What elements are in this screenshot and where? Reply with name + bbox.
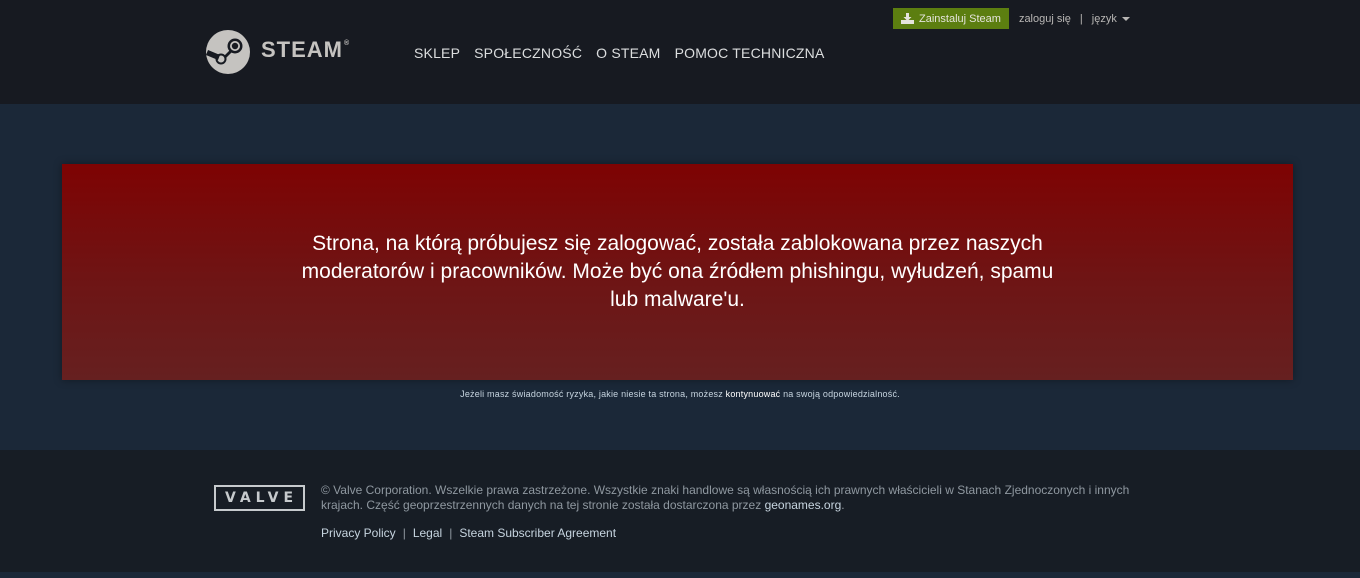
main-nav: SKLEP SPOŁECZNOŚĆ O STEAM POMOC TECHNICZ…: [414, 45, 839, 61]
continue-link[interactable]: kontynuować: [726, 389, 781, 399]
footer-link-separator: |: [449, 526, 453, 540]
continue-note-after: na swoją odpowiedzialność.: [780, 389, 900, 399]
site-footer: VALVE © Valve Corporation. Wszelkie praw…: [0, 450, 1360, 572]
valve-logo-text: VALVE: [224, 490, 299, 506]
header-separator: |: [1079, 12, 1083, 25]
footer-bottom-strip: [0, 572, 1360, 578]
legal-text: © Valve Corporation. Wszelkie prawa zast…: [321, 483, 1151, 513]
steam-logo-text: STEAM®: [261, 37, 351, 62]
privacy-policy-link[interactable]: Privacy Policy: [321, 526, 396, 540]
main-content: Strona, na którą próbujesz się zalogować…: [0, 104, 1360, 450]
chevron-down-icon: [1121, 17, 1130, 21]
legal-text-end: .: [841, 498, 845, 512]
nav-support[interactable]: POMOC TECHNICZNA: [675, 45, 825, 61]
valve-logo[interactable]: VALVE: [214, 485, 305, 511]
steam-logo-icon: [206, 30, 250, 74]
nav-about[interactable]: O STEAM: [596, 45, 660, 61]
continue-note: Jeżeli masz świadomość ryzyka, jakie nie…: [0, 389, 1360, 399]
language-dropdown[interactable]: język: [1092, 13, 1130, 25]
global-actions: Zainstaluj Steam zaloguj się | język: [893, 8, 1130, 29]
steam-logo[interactable]: STEAM®: [206, 29, 350, 75]
warning-message: Strona, na którą próbujesz się zalogować…: [301, 232, 1054, 311]
legal-link[interactable]: Legal: [413, 526, 442, 540]
geonames-link[interactable]: geonames.org: [765, 498, 842, 512]
install-steam-label: Zainstaluj Steam: [919, 12, 1001, 25]
language-label: język: [1091, 12, 1117, 25]
continue-note-before: Jeżeli masz świadomość ryzyka, jakie nie…: [460, 389, 726, 399]
footer-link-separator: |: [402, 526, 406, 540]
blocked-site-warning: Strona, na którą próbujesz się zalogować…: [62, 164, 1293, 380]
download-icon: [901, 13, 914, 24]
login-link[interactable]: zaloguj się: [1019, 13, 1071, 25]
site-header: STEAM® SKLEP SPOŁECZNOŚĆ O STEAM POMOC T…: [0, 0, 1360, 104]
install-steam-button[interactable]: Zainstaluj Steam: [893, 8, 1009, 29]
legal-text-body: © Valve Corporation. Wszelkie prawa zast…: [321, 483, 1130, 512]
footer-links: Privacy Policy | Legal | Steam Subscribe…: [321, 526, 616, 540]
subscriber-agreement-link[interactable]: Steam Subscriber Agreement: [459, 526, 616, 540]
nav-community[interactable]: SPOŁECZNOŚĆ: [474, 45, 582, 61]
nav-store[interactable]: SKLEP: [414, 45, 460, 61]
